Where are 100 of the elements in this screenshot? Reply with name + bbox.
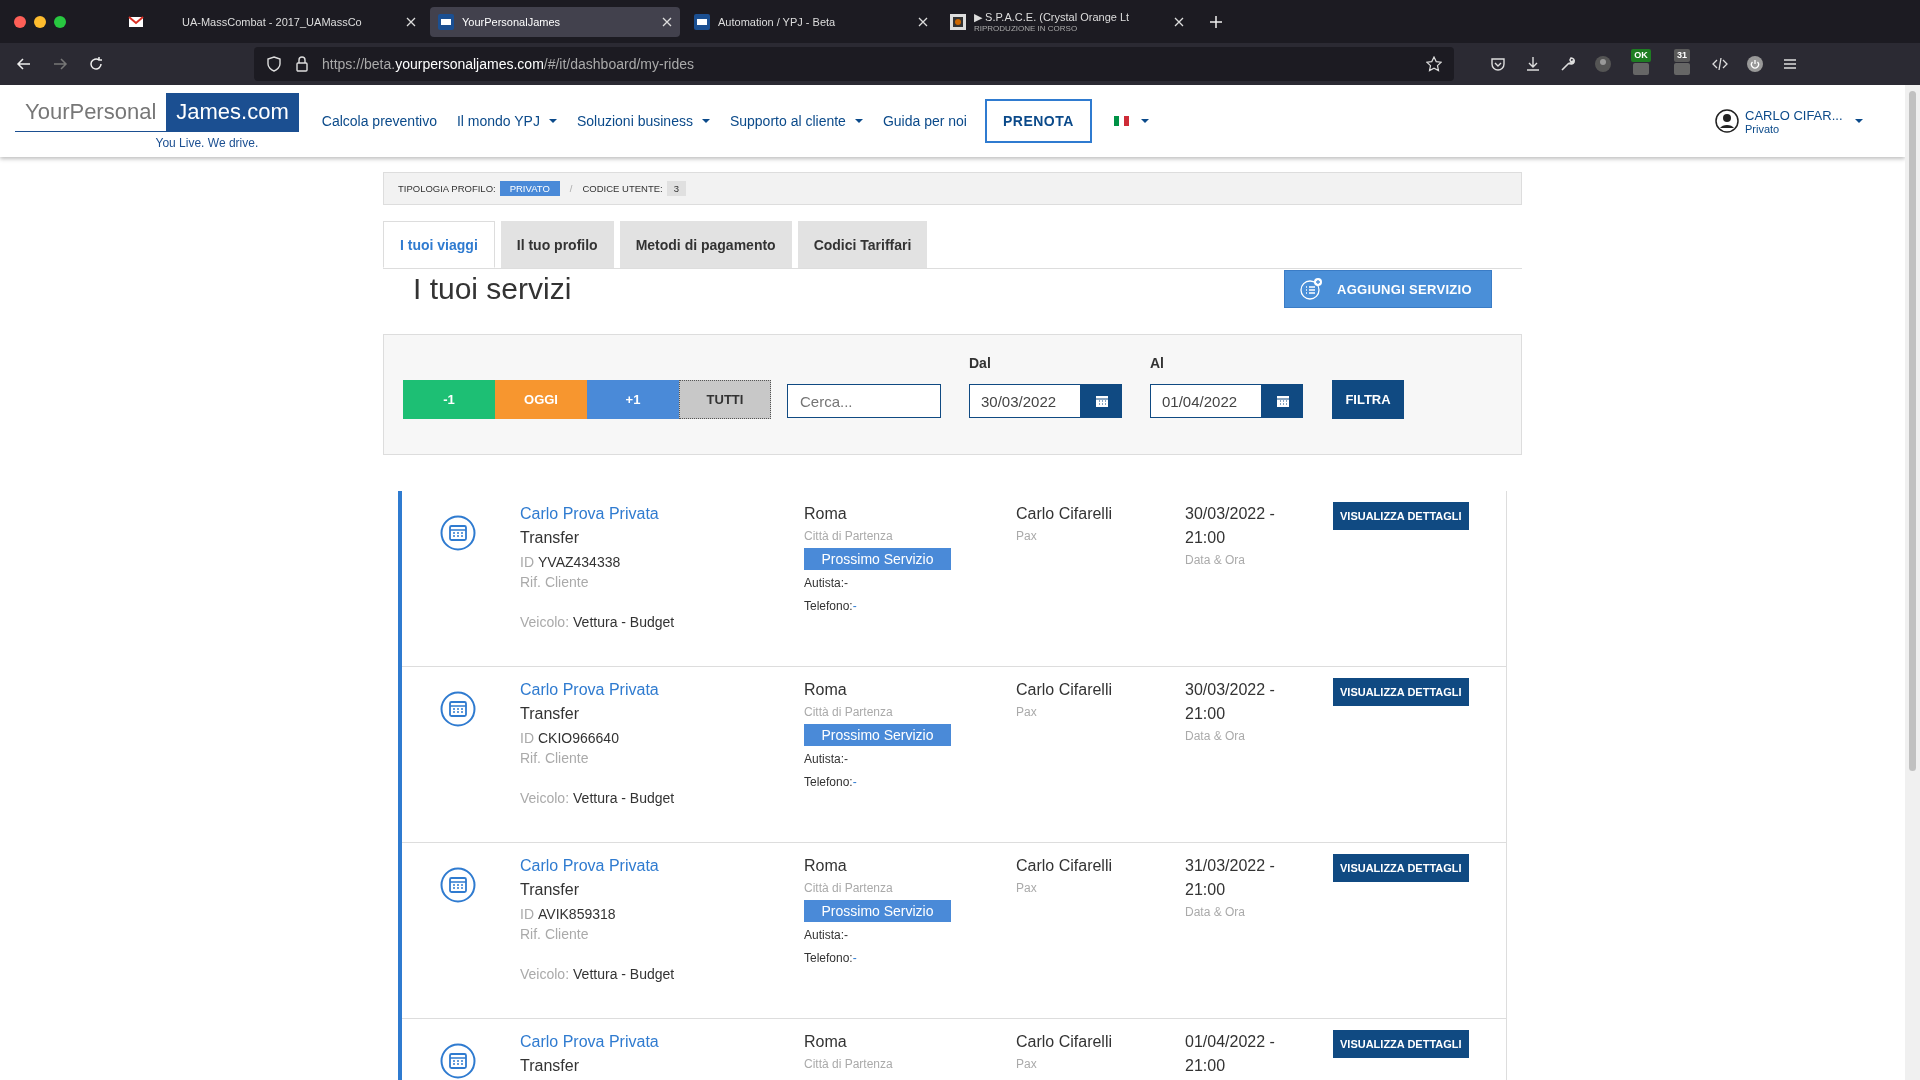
details-button[interactable]: VISUALIZZA DETTAGLI (1333, 502, 1469, 530)
date-field[interactable]: 30/03/2022 (969, 384, 1081, 418)
driver-label: Autista: (804, 575, 845, 592)
book-button[interactable]: PRENOTA (984, 99, 1092, 143)
status-badge: Prossimo Servizio (804, 724, 951, 746)
tab-title: Automation / YPJ - Beta (718, 15, 837, 28)
tab[interactable]: Metodi di pagamento (619, 221, 792, 268)
calendar-icon (440, 691, 476, 727)
details-button[interactable]: VISUALIZZA DETTAGLI (1333, 854, 1469, 882)
caret-icon (1140, 119, 1149, 123)
caret-icon (548, 119, 557, 123)
browser-tab[interactable]: YourPersonalJames (430, 6, 680, 37)
phone-value: - (852, 598, 857, 615)
city: Roma (804, 680, 847, 700)
city-label: Città di Partenza (804, 880, 893, 897)
nav-link[interactable]: Calcola preventivo (321, 113, 437, 129)
phone-value: - (852, 774, 857, 791)
wrench-icon[interactable] (1560, 56, 1576, 72)
reload-icon[interactable] (88, 56, 104, 72)
close-icon[interactable] (918, 16, 928, 27)
tab-subtitle: RIPRODUZIONE IN CORSO (974, 23, 1079, 33)
nav-link[interactable]: Guida per noi (882, 113, 967, 129)
date-field[interactable]: 01/04/2022 (1150, 384, 1262, 418)
window-minimize-button[interactable] (34, 15, 46, 28)
details-button[interactable]: VISUALIZZA DETTAGLI (1333, 678, 1469, 706)
nav-link[interactable]: Soluzioni business (576, 113, 710, 129)
logo-text: James.com (166, 92, 299, 131)
avatar-icon[interactable] (1595, 56, 1611, 72)
pax-label: Pax (1016, 528, 1037, 545)
caret-icon (854, 119, 863, 123)
customer-link[interactable]: Carlo Prova Privata (520, 502, 659, 526)
tagline: You Live. We drive. (155, 135, 259, 150)
date-time-label: Data & Ora (1185, 904, 1246, 921)
download-icon[interactable] (1525, 56, 1541, 72)
tab[interactable]: I tuoi viaggi (383, 221, 495, 268)
code-icon[interactable] (1712, 56, 1728, 72)
calendar-icon (440, 515, 476, 551)
star-icon[interactable] (1426, 56, 1442, 72)
user-name: CARLO CIFAR... (1745, 107, 1844, 123)
date-filter-button[interactable]: TUTTI (679, 380, 771, 419)
date-time: 31/03/2022 - 21:00 (1185, 856, 1276, 900)
search-field[interactable]: Cerca... (787, 384, 941, 418)
language-dropdown[interactable] (1113, 116, 1149, 126)
scrollbar[interactable] (1905, 85, 1920, 1080)
vehicle-label: Veicolo: (520, 965, 570, 984)
close-icon[interactable] (1174, 16, 1184, 27)
close-icon[interactable] (406, 16, 416, 27)
power-icon[interactable] (1747, 56, 1763, 72)
address-bar[interactable]: https://beta.yourpersonaljames.com/#/it/dashboard/my-rides (254, 47, 1454, 81)
calendar-button[interactable] (1081, 384, 1122, 418)
driver-label: Autista: (804, 751, 845, 768)
service-type: Transfer (520, 880, 579, 900)
logo-text: YourPersonal (24, 97, 158, 126)
user-menu[interactable]: CARLO CIFAR... Privato (1715, 107, 1863, 135)
nav-link[interactable]: Supporto al cliente (729, 113, 863, 129)
filter-button[interactable]: FILTRA (1332, 380, 1404, 419)
passenger-name: Carlo Cifarelli (1016, 856, 1113, 876)
vehicle-label: Veicolo: (520, 789, 570, 808)
driver-value: - (844, 927, 849, 944)
profile-value: 3 (666, 181, 686, 196)
browser-tab[interactable]: Automation / YPJ - Beta (686, 6, 936, 37)
vehicle-value: Vettura - Budget (573, 613, 675, 632)
browser-tab[interactable]: UA-MassCombat - 2017_UAMassCo (174, 6, 424, 37)
browser-tab[interactable]: ▶ S.P.A.C.E. (Crystal Orange Lt RIPRODUZIONE IN CORSO (942, 6, 1192, 37)
menu-icon[interactable] (1782, 56, 1798, 72)
back-icon[interactable] (16, 56, 32, 72)
tab-title: UA-MassCombat - 2017_UAMassCo (182, 15, 363, 28)
tab-title: ▶ S.P.A.C.E. (Crystal Orange Lt (974, 10, 1131, 24)
vehicle-label: Veicolo: (520, 613, 570, 632)
forward-icon[interactable] (52, 56, 68, 72)
user-role: Privato (1745, 122, 1781, 135)
nav-link[interactable]: Il mondo YPJ (456, 113, 557, 129)
customer-link[interactable]: Carlo Prova Privata (520, 678, 659, 702)
pax-label: Pax (1016, 1056, 1037, 1073)
tab-title: YourPersonalJames (462, 15, 562, 28)
caret-icon (701, 119, 710, 123)
window-zoom-button[interactable] (54, 15, 66, 28)
tab[interactable]: Codici Tariffari (797, 221, 928, 268)
service-type: Transfer (520, 704, 579, 724)
pocket-icon[interactable] (1490, 56, 1506, 72)
site-logo-icon (438, 13, 454, 30)
album-icon (950, 13, 966, 30)
passenger-name: Carlo Cifarelli (1016, 1032, 1113, 1052)
ride-id: AVIK859318 (538, 905, 616, 924)
close-icon[interactable] (662, 16, 672, 27)
calendar-button[interactable] (1262, 384, 1303, 418)
service-type: Transfer (520, 528, 579, 548)
date-time-label: Data & Ora (1185, 728, 1246, 745)
customer-link[interactable]: Carlo Prova Privata (520, 1030, 659, 1054)
tab[interactable]: Il tuo profilo (500, 221, 614, 268)
new-tab-icon[interactable] (1210, 15, 1222, 28)
url-text: https://beta.yourpersonaljames.com/#/it/dashboard/my-rides (322, 56, 695, 72)
window-close-button[interactable] (14, 15, 26, 28)
id-label: ID (520, 905, 534, 924)
date-filter-button[interactable]: +1 (587, 380, 679, 419)
mail-icon (128, 13, 144, 30)
customer-link[interactable]: Carlo Prova Privata (520, 854, 659, 878)
details-button[interactable]: VISUALIZZA DETTAGLI (1333, 1030, 1469, 1058)
ride-id: YVAZ434338 (538, 553, 621, 572)
ref-label: Rif. Cliente (520, 573, 589, 592)
